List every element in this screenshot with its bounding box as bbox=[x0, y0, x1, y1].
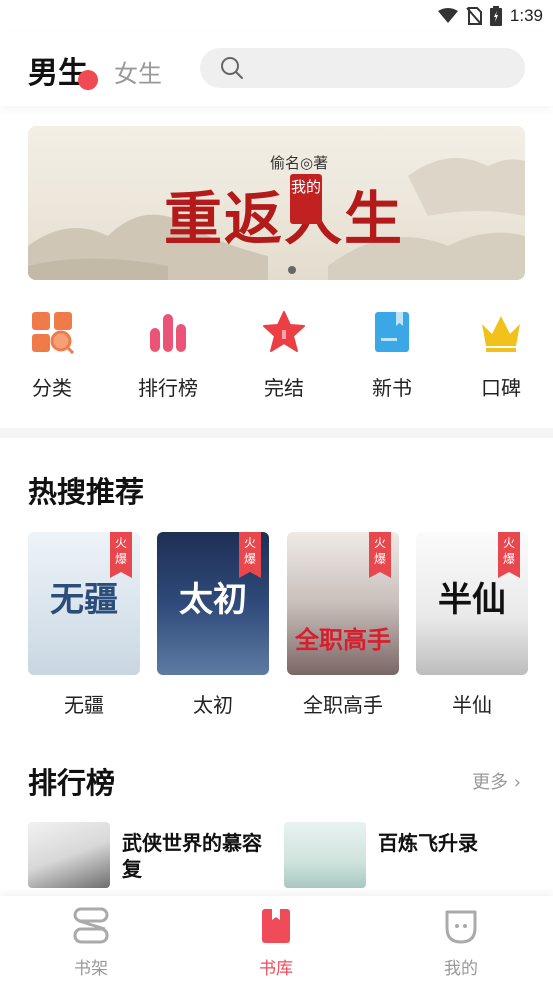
book-icon bbox=[375, 312, 409, 352]
book-card[interactable]: 全职高手 火爆 全职高手 bbox=[287, 532, 399, 718]
hot-badge: 火爆 bbox=[369, 532, 391, 578]
nav-bookshelf[interactable]: 书架 bbox=[31, 906, 151, 979]
section-divider bbox=[0, 428, 553, 438]
book-card[interactable]: 太初 火爆 太初 bbox=[157, 532, 269, 718]
more-link[interactable]: 更多 › bbox=[472, 768, 521, 794]
category-wanjie[interactable]: 完结 bbox=[239, 310, 329, 401]
wifi-icon bbox=[437, 8, 458, 23]
promo-banner[interactable]: 偷名◎著 重返人生 我的 bbox=[28, 126, 525, 280]
cover-title: 全职高手 bbox=[295, 625, 391, 654]
book-cover: 太初 火爆 bbox=[157, 532, 269, 675]
no-sim-icon bbox=[466, 7, 482, 25]
category-label: 排行榜 bbox=[138, 376, 198, 400]
profile-icon bbox=[445, 910, 477, 944]
banner-seal: 我的 bbox=[290, 174, 322, 224]
cover-title: 半仙 bbox=[438, 580, 506, 620]
cover-title: 太初 bbox=[179, 580, 247, 620]
category-paihangbang[interactable]: 排行榜 bbox=[123, 310, 213, 401]
battery-icon bbox=[489, 6, 502, 26]
category-xinshu[interactable]: 新书 bbox=[347, 310, 437, 401]
banner-page-indicator bbox=[288, 266, 296, 274]
status-icons: 1:39 bbox=[437, 6, 543, 26]
category-row: 分类 排行榜 完结 新书 口碑 bbox=[0, 310, 553, 406]
status-time: 1:39 bbox=[509, 6, 543, 25]
category-label: 完结 bbox=[264, 376, 304, 400]
category-label: 口碑 bbox=[481, 376, 521, 400]
category-label: 分类 bbox=[32, 376, 72, 400]
nav-library[interactable]: 书库 bbox=[216, 906, 336, 979]
hot-search-books: 无疆 火爆 无疆 太初 火爆 太初 全职高手 火爆 全职高手 半仙 火爆 半仙 bbox=[0, 532, 553, 722]
active-tab-dot bbox=[78, 70, 98, 90]
category-koubei[interactable]: 口碑 bbox=[456, 310, 546, 401]
library-icon bbox=[262, 909, 290, 943]
nav-profile[interactable]: 我的 bbox=[401, 906, 521, 979]
hot-badge: 火爆 bbox=[110, 532, 132, 578]
book-cover: 半仙 火爆 bbox=[416, 532, 528, 675]
tab-female[interactable]: 女生 bbox=[114, 54, 162, 89]
category-fenlei[interactable]: 分类 bbox=[7, 310, 97, 401]
book-card[interactable]: 无疆 火爆 无疆 bbox=[28, 532, 140, 718]
bottom-nav: 书架 书库 我的 bbox=[0, 896, 553, 983]
crown-icon bbox=[482, 316, 520, 352]
nav-label: 书库 bbox=[259, 959, 293, 979]
status-bar: 1:39 bbox=[0, 0, 553, 32]
hot-badge: 火爆 bbox=[498, 532, 520, 578]
banner-author: 偷名◎著 bbox=[270, 154, 329, 172]
grid-search-icon bbox=[32, 312, 75, 355]
book-cover: 全职高手 火爆 bbox=[287, 532, 399, 675]
ranking-item[interactable]: 武侠世界的慕容复 bbox=[28, 822, 268, 888]
book-cover: 无疆 火爆 bbox=[28, 532, 140, 675]
hot-badge: 火爆 bbox=[239, 532, 261, 578]
star-icon bbox=[263, 311, 305, 352]
ranking-title: 排行榜 bbox=[28, 766, 116, 800]
search-input[interactable] bbox=[200, 48, 525, 88]
bookshelf-icon bbox=[73, 907, 109, 944]
category-label: 新书 bbox=[372, 376, 412, 400]
bar-chart-icon bbox=[150, 314, 186, 352]
ranking-book-title: 武侠世界的慕容复 bbox=[122, 831, 262, 881]
nav-label: 我的 bbox=[444, 959, 478, 979]
ranking-item[interactable]: 百炼飞升录 bbox=[284, 822, 524, 888]
cover-title: 无疆 bbox=[50, 580, 118, 620]
book-name: 太初 bbox=[193, 693, 233, 717]
banner-title: 重返人生 bbox=[164, 185, 405, 253]
ranking-book-title: 百炼飞升录 bbox=[378, 831, 478, 855]
search-icon bbox=[221, 57, 243, 79]
hot-search-title: 热搜推荐 bbox=[28, 475, 145, 509]
ranking-cover bbox=[28, 822, 110, 888]
book-name: 全职高手 bbox=[303, 693, 383, 717]
nav-label: 书架 bbox=[74, 959, 108, 979]
book-name: 无疆 bbox=[64, 693, 104, 717]
top-header: 男生 女生 bbox=[0, 32, 553, 106]
book-card[interactable]: 半仙 火爆 半仙 bbox=[416, 532, 528, 718]
ranking-cover bbox=[284, 822, 366, 888]
book-name: 半仙 bbox=[452, 693, 492, 717]
